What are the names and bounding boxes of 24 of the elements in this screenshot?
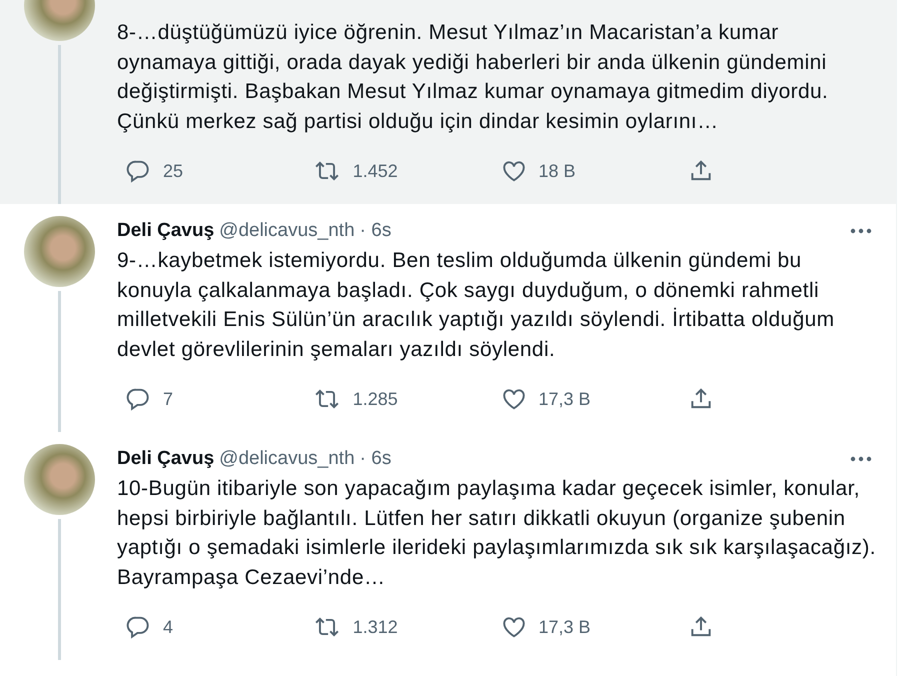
more-icon[interactable] [850,228,872,234]
like-count: 17,3 B [538,616,591,638]
retweet-count: 1.312 [352,616,398,638]
tweet-text: 10-Bugün itibariyle son yapacağım paylaşıma kadar geçecek isimler, konular, hepsi birbiriyle bağlantılı. Lütfen her satırı dikkatli okuyun (organize şubenin yaptığı o şemadaki isimlerle ilerideki paylaşımlarımızda sık sık karşılaşacağız). Bayrampaşa Cezaevi’nde… [117,476,877,590]
author-handle[interactable]: @delicavus_nth [219,220,355,242]
author-handle[interactable]: @delicavus_nth [219,448,355,470]
more-icon[interactable] [850,456,872,462]
tweet-time[interactable]: · 6s [360,448,392,470]
reply-count: 7 [163,388,174,410]
reply-count: 25 [163,160,184,182]
retweet-count: 1.285 [352,388,398,410]
retweet-count: 1.452 [352,160,398,182]
like-count: 18 B [538,160,576,182]
tweet-time[interactable]: · 6s [360,220,392,242]
tweet-text: 8-…düştüğümüzü iyice öğrenin. Mesut Yılmaz’ın Macaristan’a kumar oynamaya gittiği, orada dayak yediği haberleri bir anda ülkenin gündemini değiştirmişti. Başbakan Mesut Yılmaz kumar oynamaya gitmedim diyordu. Çünkü merkez sağ partisi olduğu için dindar kesimin oylarını… [117,20,830,134]
reply-icon[interactable] [125,386,151,412]
reply-icon[interactable] [125,158,151,184]
tweet-text: 9-…kaybetmek istemiyordu. Ben teslim olduğumda ülkenin gündemi bu konuyla çalkalanmaya başladı. Çok saygı duyduğum, o dönemki rahmetli milletvekili Enis Sülün’ün aracılık yaptığı yazıldı söylendi. İrtibatta olduğum devlet görevlilerinin şemaları yazıldı söylendi. [117,248,836,362]
reply-icon[interactable] [125,614,151,640]
author-name[interactable]: Deli Çavuş [117,448,214,470]
author-name[interactable]: Deli Çavuş [117,220,214,242]
reply-count: 4 [163,616,174,638]
like-count: 17,3 B [538,388,591,410]
highlighted-tweet[interactable] [0,0,896,204]
